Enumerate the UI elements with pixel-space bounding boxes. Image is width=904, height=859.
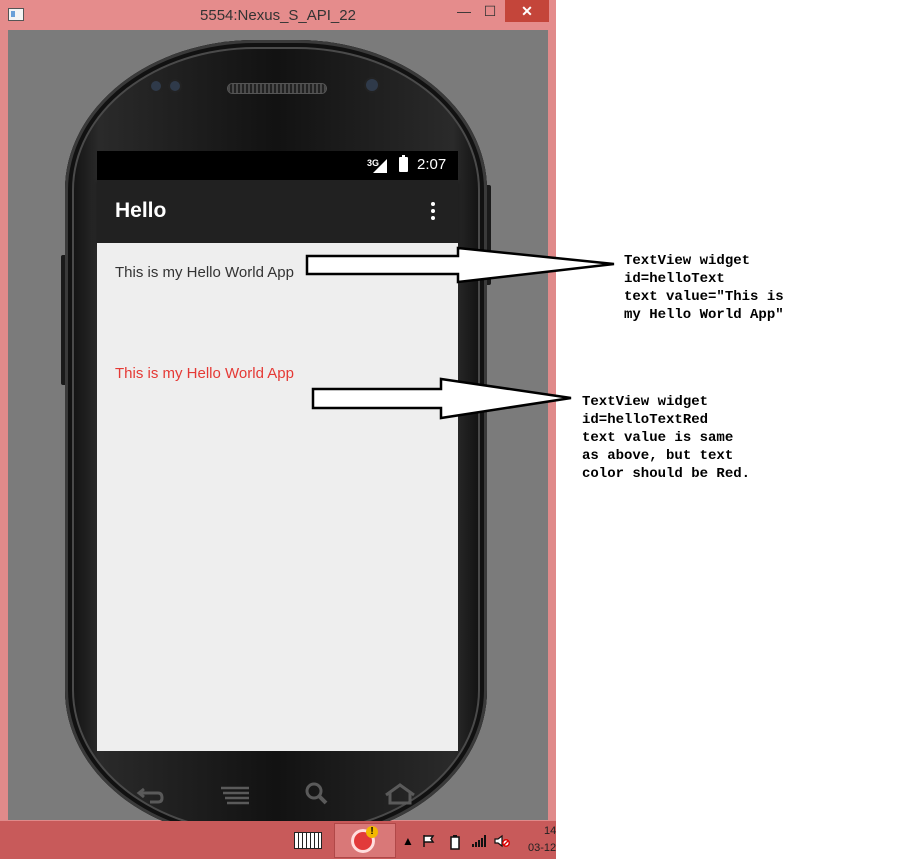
annotation-hello-text: TextView widget id=helloText text value=… <box>624 253 784 323</box>
annotation-arrow-1 <box>305 246 615 284</box>
annotation-hello-text-red: TextView widget id=helloTextRed text val… <box>582 394 751 482</box>
annotation-arrow-2 <box>311 377 572 420</box>
annotation-arrows <box>305 246 615 420</box>
